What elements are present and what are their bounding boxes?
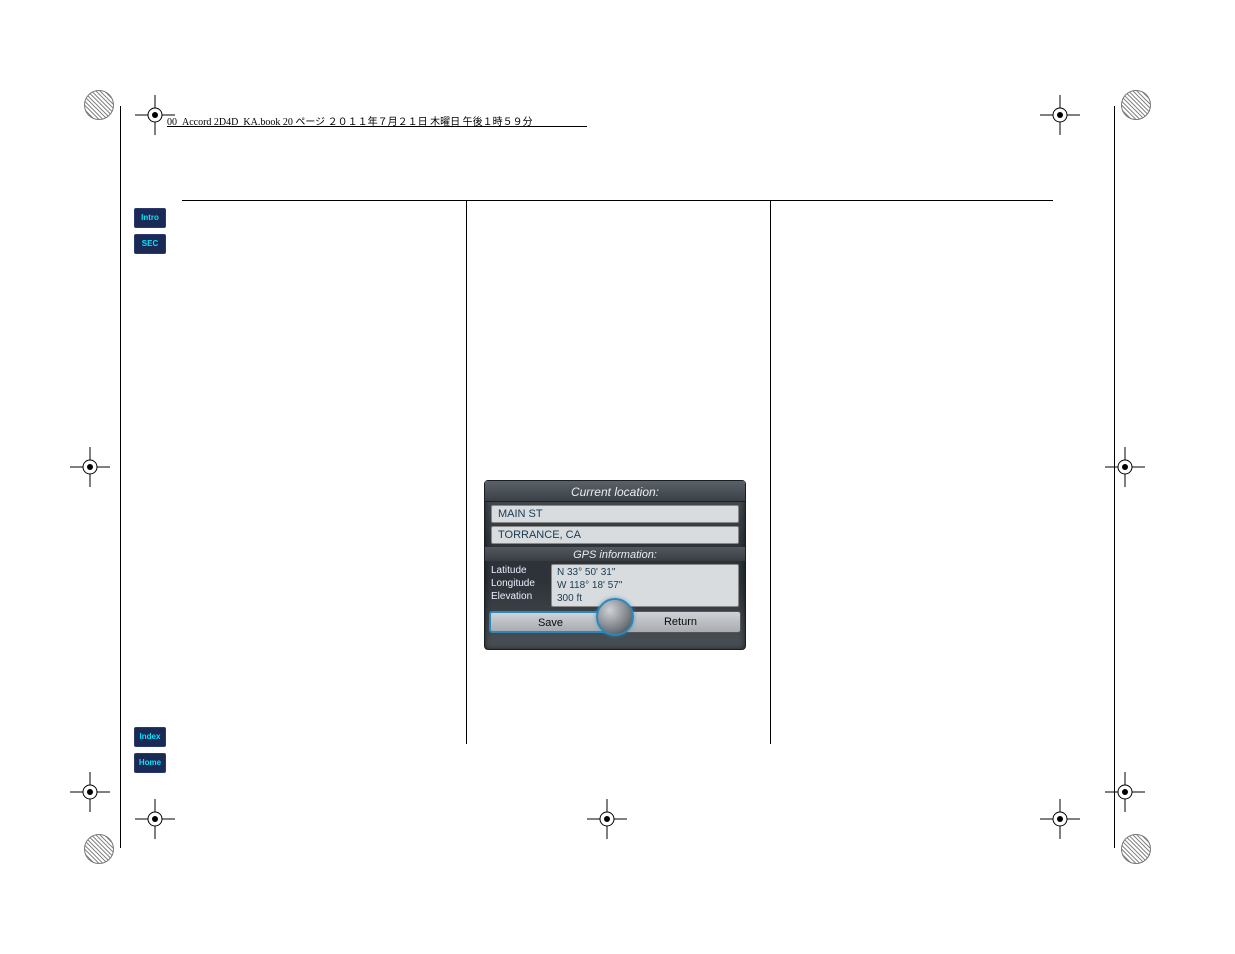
gps-city: TORRANCE, CA <box>491 526 739 544</box>
tab-home[interactable]: Home <box>134 753 166 773</box>
content-top-rule <box>182 200 1053 201</box>
gps-label-elev: Elevation <box>491 590 547 603</box>
crop-circle <box>1121 834 1151 864</box>
tab-sec[interactable]: SEC <box>134 234 166 254</box>
crop-circle <box>84 834 114 864</box>
gps-sub: GPS information: <box>485 547 745 561</box>
gps-value-lat: N 33° 50' 31" <box>557 566 733 579</box>
column-rule <box>770 200 771 744</box>
gps-values: N 33° 50' 31" W 118° 18' 57" 300 ft <box>551 564 739 607</box>
gps-labels: Latitude Longitude Elevation <box>491 564 547 607</box>
gps-street: MAIN ST <box>491 505 739 523</box>
page-border <box>120 106 121 848</box>
gps-value-lon: W 118° 18' 57" <box>557 579 733 592</box>
gps-screen: Current location: MAIN ST TORRANCE, CA G… <box>484 480 746 650</box>
tab-intro[interactable]: Intro <box>134 208 166 228</box>
registration-mark <box>1040 95 1100 155</box>
gps-label-lon: Longitude <box>491 577 547 590</box>
registration-mark <box>1040 799 1100 859</box>
registration-mark <box>70 772 130 832</box>
registration-mark <box>70 447 130 507</box>
gps-knob-icon[interactable] <box>596 598 634 636</box>
gps-label-lat: Latitude <box>491 564 547 577</box>
gps-return-button[interactable]: Return <box>620 611 741 633</box>
registration-mark <box>587 799 647 859</box>
gps-20-value-elev: 300 ft <box>557 592 733 605</box>
header-underline <box>167 126 587 127</box>
page-border <box>1114 106 1115 848</box>
crop-circle <box>84 90 114 120</box>
registration-mark <box>135 799 195 859</box>
tab-index[interactable]: Index <box>134 727 166 747</box>
column-rule <box>466 200 467 744</box>
gps-title: Current location: <box>485 481 745 502</box>
gps-save-button[interactable]: Save <box>489 611 612 633</box>
crop-circle <box>1121 90 1151 120</box>
